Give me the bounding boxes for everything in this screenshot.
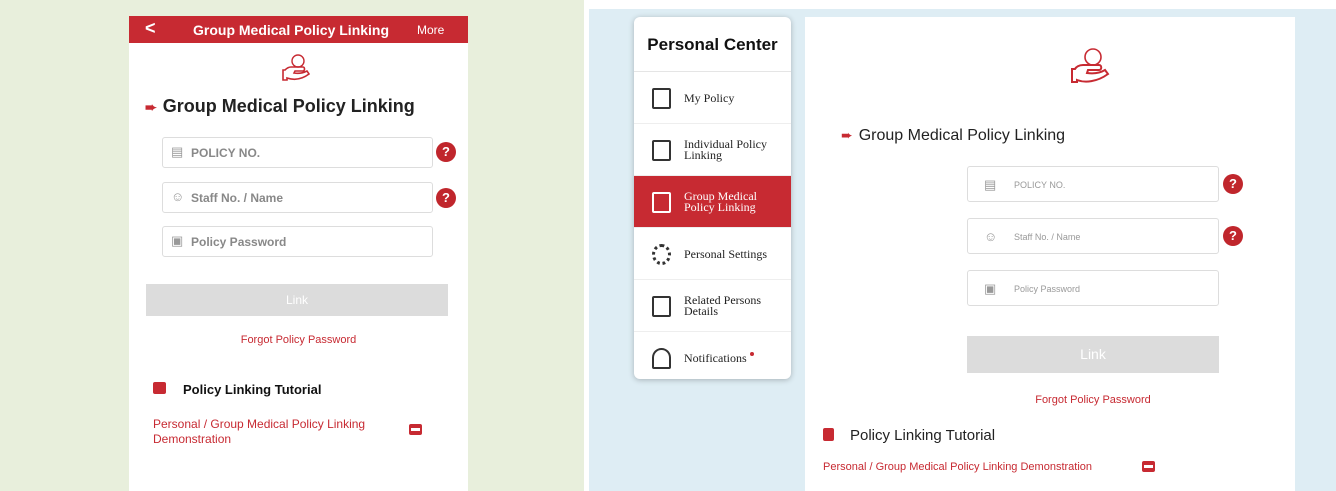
pdf-icon[interactable] [1142, 461, 1155, 472]
sidebar-item-label: My Policy [684, 90, 735, 105]
sidebar-item-notifications[interactable]: Notifications [634, 332, 791, 379]
sidebar-item-label: Group Medical Policy Linking [684, 189, 757, 214]
policy-no-help-icon[interactable]: ? [436, 142, 456, 162]
sidebar-item-label: Related Persons Details [684, 293, 761, 318]
main-panel: ➨Group Medical Policy Linking ▤ ? ☺ ? ▣ … [805, 17, 1295, 491]
lock-icon: ▣ [984, 281, 997, 296]
staff-field[interactable]: ☺ [162, 182, 433, 213]
sidebar-item-individual-policy-linking[interactable]: Individual Policy Linking [634, 124, 791, 176]
individual-link-icon [652, 140, 671, 161]
pdf-icon[interactable] [409, 424, 422, 435]
staff-input[interactable] [1014, 228, 1209, 246]
policy-no-field[interactable]: ▤ [162, 137, 433, 168]
policy-no-field[interactable]: ▤ [967, 166, 1219, 202]
page-heading-text: Group Medical Policy Linking [858, 127, 1066, 144]
page-heading: ➨ Group Medical Policy Linking [841, 127, 1065, 145]
tutorial-title: Policy Linking Tutorial [850, 427, 996, 444]
forgot-password-link[interactable]: Forgot Policy Password [129, 334, 468, 346]
document-icon: ▤ [171, 144, 184, 159]
policy-no-input[interactable] [191, 143, 421, 163]
document-icon: ▤ [984, 177, 997, 192]
sidebar-item-related-persons-details[interactable]: Related Persons Details [634, 280, 791, 332]
notification-dot [749, 352, 754, 356]
policy-no-input[interactable] [1014, 176, 1209, 194]
sidebar-item-group-medical-policy-linking[interactable]: Group Medical Policy Linking [634, 176, 791, 228]
user-icon: ☺ [171, 189, 185, 204]
lock-icon: ▣ [171, 233, 184, 248]
page-heading-text: Group Medical Policy Linking [162, 96, 415, 116]
sidebar-item-my-policy[interactable]: My Policy [634, 72, 791, 124]
password-field[interactable]: ▣ [967, 270, 1219, 306]
notifications-label: Notifications [684, 350, 747, 365]
more-button[interactable]: More [417, 23, 444, 37]
page-heading: ➨ Group Medical Policy Linking [145, 96, 415, 117]
staff-help-icon[interactable]: ? [1223, 226, 1243, 246]
password-input[interactable] [191, 232, 421, 252]
personal-center-sidebar: Personal Center My Policy Individual Pol… [634, 17, 791, 379]
sidebar-item-label: Notifications [684, 332, 784, 379]
group-link-icon [652, 192, 671, 213]
demo-link[interactable]: Personal / Group Medical Policy Linking … [153, 417, 383, 447]
demo-link[interactable]: Personal / Group Medical Policy Linking … [823, 461, 1092, 473]
staff-input[interactable] [191, 188, 421, 208]
arrow-right-icon: ➨ [841, 127, 853, 143]
link-button[interactable]: Link [967, 336, 1219, 373]
sidebar-item-label: Individual Policy Linking [684, 137, 767, 162]
book-icon [153, 382, 166, 394]
hand-logo-icon [282, 54, 311, 81]
mobile-header: < Group Medical Policy Linking More [129, 16, 468, 43]
gear-icon [652, 244, 671, 265]
user-icon: ☺ [984, 229, 998, 244]
back-button[interactable]: < [145, 18, 156, 39]
password-field[interactable]: ▣ [162, 226, 433, 257]
tutorial-title: Policy Linking Tutorial [183, 382, 322, 397]
link-button[interactable]: Link [146, 284, 448, 316]
hand-logo-icon [1071, 48, 1110, 83]
persons-icon [652, 296, 671, 317]
password-input[interactable] [1014, 280, 1209, 298]
arrow-right-icon: ➨ [145, 99, 157, 115]
forgot-password-link[interactable]: Forgot Policy Password [967, 394, 1219, 406]
sidebar-item-personal-settings[interactable]: Personal Settings [634, 228, 791, 280]
staff-field[interactable]: ☺ [967, 218, 1219, 254]
sidebar-title: Personal Center [634, 17, 791, 72]
sidebar-item-label: Personal Settings [684, 246, 767, 261]
mobile-screen: < Group Medical Policy Linking More ➨ Gro… [129, 16, 468, 491]
policy-icon [652, 88, 671, 109]
policy-no-help-icon[interactable]: ? [1223, 174, 1243, 194]
header-title: Group Medical Policy Linking [193, 22, 390, 38]
staff-help-icon[interactable]: ? [436, 188, 456, 208]
bell-icon [652, 348, 671, 369]
book-icon [823, 428, 834, 441]
